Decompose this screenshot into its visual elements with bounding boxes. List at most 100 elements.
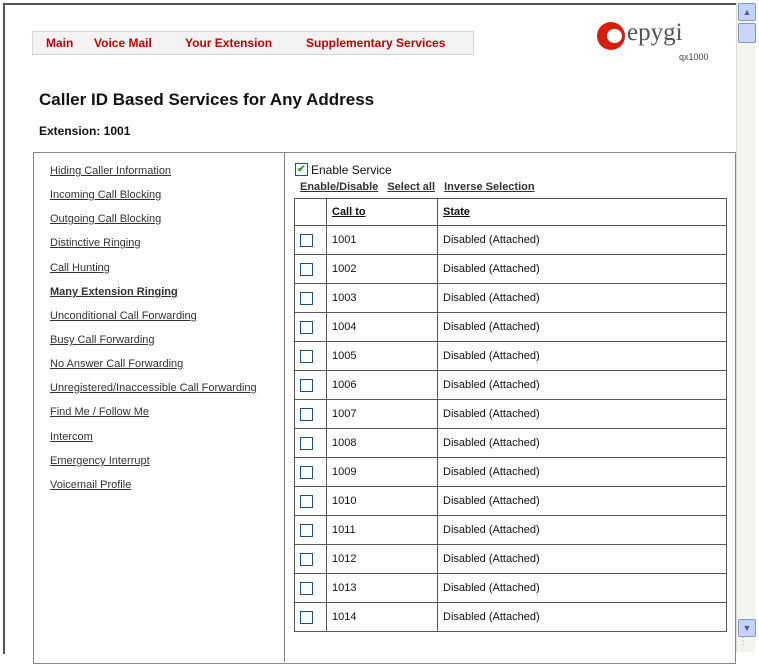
row-check-cell <box>294 457 327 487</box>
call-to-cell: 1012 <box>326 544 438 574</box>
state-cell: Disabled (Attached) <box>437 225 727 255</box>
vertical-scrollbar[interactable]: ▲ ▼ <box>736 3 756 652</box>
page-title: Caller ID Based Services for Any Address <box>39 90 375 109</box>
call-to-cell: 1014 <box>326 602 438 632</box>
state-cell: Disabled (Attached) <box>437 457 727 487</box>
inverse-selection-link[interactable]: Inverse Selection <box>444 181 535 193</box>
sidebar-item-no-answer-call-forwarding[interactable]: No Answer Call Forwarding <box>50 358 183 370</box>
header-state[interactable]: State <box>437 198 727 226</box>
row-check-cell <box>294 515 327 545</box>
sidebar-item-unconditional-call-forwarding[interactable]: Unconditional Call Forwarding <box>50 310 197 322</box>
state-cell: Disabled (Attached) <box>437 283 727 313</box>
nav-voice-mail[interactable]: Voice Mail <box>94 36 152 50</box>
nav-main[interactable]: Main <box>46 36 73 50</box>
scroll-down-icon[interactable]: ▼ <box>738 619 756 637</box>
table-row: 1014 Disabled (Attached) <box>294 602 727 632</box>
table-row: 1011 Disabled (Attached) <box>294 515 727 545</box>
header-check-cell <box>294 198 327 226</box>
sidebar-item-unregistered-call-forwarding[interactable]: Unregistered/Inaccessible Call Forwardin… <box>50 382 257 394</box>
sidebar-item-distinctive-ringing[interactable]: Distinctive Ringing <box>50 237 140 249</box>
call-to-cell: 1010 <box>326 486 438 516</box>
table-row: 1004 Disabled (Attached) <box>294 312 727 342</box>
row-check-cell <box>294 225 327 255</box>
enable-service-checkbox[interactable]: ✔ <box>295 163 308 176</box>
nav-your-extension[interactable]: Your Extension <box>185 36 272 50</box>
resize-grip-icon[interactable]: ⋮ <box>738 636 754 652</box>
selection-actions: Enable/Disable Select all Inverse Select… <box>300 181 541 193</box>
logo-model: qx1000 <box>679 52 709 62</box>
row-checkbox[interactable] <box>300 610 313 624</box>
row-checkbox[interactable] <box>300 494 313 508</box>
sidebar-item-hiding-caller-information[interactable]: Hiding Caller Information <box>50 165 171 177</box>
table-row: 1005 Disabled (Attached) <box>294 341 727 371</box>
state-cell: Disabled (Attached) <box>437 486 727 516</box>
row-checkbox[interactable] <box>300 262 313 276</box>
row-checkbox[interactable] <box>300 349 313 363</box>
sidebar-item-emergency-interrupt[interactable]: Emergency Interrupt <box>50 455 150 467</box>
select-all-link[interactable]: Select all <box>387 181 435 193</box>
call-to-cell: 1008 <box>326 428 438 458</box>
row-check-cell <box>294 254 327 284</box>
call-to-cell: 1007 <box>326 399 438 429</box>
call-to-table: Call to State 1001 Disabled (Attached) 100… <box>294 198 727 632</box>
row-check-cell <box>294 283 327 313</box>
row-checkbox[interactable] <box>300 581 313 595</box>
row-check-cell <box>294 544 327 574</box>
state-cell: Disabled (Attached) <box>437 254 727 284</box>
row-checkbox[interactable] <box>300 465 313 479</box>
call-to-cell: 1011 <box>326 515 438 545</box>
row-checkbox[interactable] <box>300 407 313 421</box>
state-cell: Disabled (Attached) <box>437 312 727 342</box>
sidebar-item-incoming-call-blocking[interactable]: Incoming Call Blocking <box>50 189 161 201</box>
table-row: 1006 Disabled (Attached) <box>294 370 727 400</box>
row-checkbox[interactable] <box>300 378 313 392</box>
row-checkbox[interactable] <box>300 523 313 537</box>
table-header-row: Call to State <box>294 198 727 226</box>
row-check-cell <box>294 602 327 632</box>
table-row: 1012 Disabled (Attached) <box>294 544 727 574</box>
state-cell: Disabled (Attached) <box>437 428 727 458</box>
sidebar-item-intercom[interactable]: Intercom <box>50 431 93 443</box>
table-row: 1010 Disabled (Attached) <box>294 486 727 516</box>
sidebar-item-find-me-follow-me[interactable]: Find Me / Follow Me <box>50 406 149 418</box>
epygi-logo: epygi qx1000 <box>597 19 717 66</box>
call-to-cell: 1013 <box>326 573 438 603</box>
top-navigation: Main Voice Mail Your Extension Supplemen… <box>32 31 474 55</box>
row-checkbox[interactable] <box>300 436 313 450</box>
row-check-cell <box>294 312 327 342</box>
row-check-cell <box>294 486 327 516</box>
call-to-cell: 1006 <box>326 370 438 400</box>
logo-mark-icon <box>597 22 625 50</box>
table-row: 1008 Disabled (Attached) <box>294 428 727 458</box>
sidebar-item-voicemail-profile[interactable]: Voicemail Profile <box>50 479 131 491</box>
call-to-cell: 1009 <box>326 457 438 487</box>
row-checkbox[interactable] <box>300 291 313 305</box>
scroll-thumb[interactable] <box>738 23 756 43</box>
table-row: 1001 Disabled (Attached) <box>294 225 727 255</box>
sidebar-item-call-hunting[interactable]: Call Hunting <box>50 262 110 274</box>
row-check-cell <box>294 573 327 603</box>
call-to-cell: 1002 <box>326 254 438 284</box>
enable-service-label: Enable Service <box>311 163 392 177</box>
row-checkbox[interactable] <box>300 320 313 334</box>
call-to-cell: 1005 <box>326 341 438 371</box>
header-call-to[interactable]: Call to <box>326 198 438 226</box>
scroll-up-icon[interactable]: ▲ <box>738 3 756 21</box>
table-row: 1009 Disabled (Attached) <box>294 457 727 487</box>
row-checkbox[interactable] <box>300 233 313 247</box>
sidebar-item-busy-call-forwarding[interactable]: Busy Call Forwarding <box>50 334 155 346</box>
sidebar-item-outgoing-call-blocking[interactable]: Outgoing Call Blocking <box>50 213 161 225</box>
row-checkbox[interactable] <box>300 552 313 566</box>
row-check-cell <box>294 370 327 400</box>
row-check-cell <box>294 428 327 458</box>
state-cell: Disabled (Attached) <box>437 602 727 632</box>
row-check-cell <box>294 399 327 429</box>
sidebar-item-many-extension-ringing[interactable]: Many Extension Ringing <box>50 286 178 298</box>
call-to-cell: 1001 <box>326 225 438 255</box>
enable-disable-link[interactable]: Enable/Disable <box>300 181 378 193</box>
table-row: 1007 Disabled (Attached) <box>294 399 727 429</box>
table-body: 1001 Disabled (Attached) 1002 Disabled (Att… <box>294 225 727 632</box>
nav-supplementary-services[interactable]: Supplementary Services <box>306 36 445 50</box>
state-cell: Disabled (Attached) <box>437 399 727 429</box>
extension-label: Extension: 1001 <box>39 124 131 138</box>
